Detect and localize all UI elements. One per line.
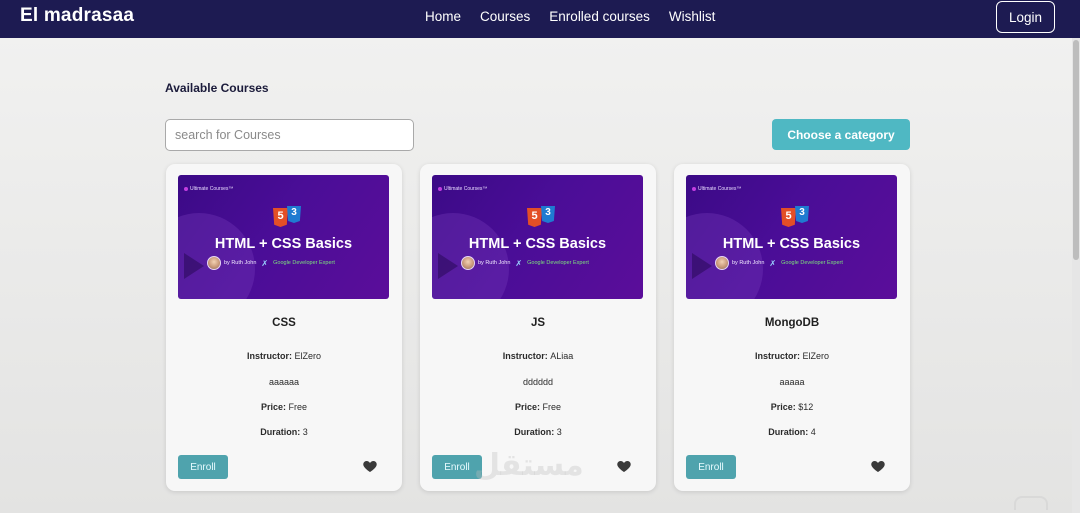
author-avatar [207, 256, 221, 270]
css3-number: 3 [291, 207, 297, 218]
course-price: Price: $12 [674, 402, 910, 412]
nav-link-home[interactable]: Home [425, 9, 461, 24]
play-icon [692, 253, 712, 279]
course-name: MongoDB [764, 317, 820, 329]
nav-links: Home Courses Enrolled courses Wishlist [425, 9, 715, 24]
course-thumbnail[interactable]: Ultimate Courses™ 5 3 HTML + CSS Basics … [432, 175, 643, 299]
course-description: dddddd [522, 377, 554, 387]
top-navbar: El madrasaa Home Courses Enrolled course… [0, 0, 1080, 38]
css3-number: 3 [545, 207, 551, 218]
duration-value: 3 [556, 427, 562, 437]
thumbnail-author: by Ruth John [732, 260, 765, 266]
gde-icon: ✗ [261, 258, 269, 268]
instructor-value: ElZero [294, 351, 322, 361]
course-card: Ultimate Courses™ 5 3 HTML + CSS Basics … [166, 164, 402, 491]
course-card: Ultimate Courses™ 5 3 HTML + CSS Basics … [420, 164, 656, 491]
instructor-label: Instructor: [754, 351, 803, 361]
author-avatar [715, 256, 729, 270]
play-icon [184, 253, 204, 279]
thumbnail-brand: Ultimate Courses™ [438, 186, 487, 192]
nav-link-enrolled-courses[interactable]: Enrolled courses [549, 9, 650, 24]
enroll-button[interactable]: Enroll [178, 455, 228, 479]
instructor-label: Instructor: [246, 351, 295, 361]
thumbnail-author-row: by Ruth John ✗ Google Developer Expert [207, 255, 335, 271]
price-value: Free [542, 402, 562, 412]
course-price: Price: Free [166, 402, 402, 412]
brand-logo[interactable]: El madrasaa [20, 5, 134, 27]
choose-category-button[interactable]: Choose a category [772, 119, 910, 150]
watermark-logo: مستقل [474, 448, 584, 483]
price-value: $12 [798, 402, 814, 412]
thumbnail-title: HTML + CSS Basics [214, 236, 353, 252]
search-input[interactable] [165, 119, 414, 151]
duration-label: Duration: [260, 427, 303, 437]
price-label: Price: [770, 402, 799, 412]
course-name: JS [530, 317, 546, 329]
heart-icon[interactable] [870, 458, 886, 474]
instructor-label: Instructor: [502, 351, 551, 361]
thumbnail-title: HTML + CSS Basics [722, 236, 861, 252]
thumbnail-author-row: by Ruth John ✗ Google Developer Expert [461, 255, 589, 271]
login-button[interactable]: Login [996, 1, 1055, 33]
duration-value: 4 [810, 427, 816, 437]
duration-label: Duration: [768, 427, 811, 437]
play-icon [438, 253, 458, 279]
html5-number: 5 [785, 210, 792, 222]
thumbnail-badge: Google Developer Expert [527, 260, 589, 266]
thumbnail-brand: Ultimate Courses™ [184, 186, 233, 192]
page-title: Available Courses [165, 81, 269, 95]
heart-icon[interactable] [616, 458, 632, 474]
course-description: aaaaaa [268, 377, 300, 387]
course-duration: Duration: 4 [674, 427, 910, 437]
thumbnail-author-row: by Ruth John ✗ Google Developer Expert [715, 255, 843, 271]
price-label: Price: [260, 402, 289, 412]
gde-icon: ✗ [515, 258, 523, 268]
course-instructor: Instructor: ElZero [166, 351, 402, 361]
course-instructor: Instructor: ALiaa [420, 351, 656, 361]
course-duration: Duration: 3 [420, 427, 656, 437]
page-scrollbar[interactable] [1072, 38, 1080, 513]
scrollbar-thumb[interactable] [1073, 40, 1079, 260]
instructor-value: ElZero [802, 351, 830, 361]
course-name: CSS [272, 317, 296, 329]
course-card: Ultimate Courses™ 5 3 HTML + CSS Basics … [674, 164, 910, 491]
course-price: Price: Free [420, 402, 656, 412]
corner-logo-mark [1014, 496, 1048, 510]
thumbnail-badge: Google Developer Expert [781, 260, 843, 266]
instructor-value: ALiaa [550, 351, 574, 361]
thumbnail-author: by Ruth John [478, 260, 511, 266]
course-instructor: Instructor: ElZero [674, 351, 910, 361]
course-duration: Duration: 3 [166, 427, 402, 437]
thumbnail-title: HTML + CSS Basics [468, 236, 607, 252]
course-description: aaaaa [779, 377, 805, 387]
duration-value: 3 [302, 427, 308, 437]
nav-link-wishlist[interactable]: Wishlist [669, 9, 716, 24]
author-avatar [461, 256, 475, 270]
thumbnail-badge: Google Developer Expert [273, 260, 335, 266]
css3-number: 3 [799, 207, 805, 218]
nav-link-courses[interactable]: Courses [480, 9, 530, 24]
thumbnail-brand: Ultimate Courses™ [692, 186, 741, 192]
html5-number: 5 [277, 210, 284, 222]
price-value: Free [288, 402, 308, 412]
heart-icon[interactable] [362, 458, 378, 474]
thumbnail-author: by Ruth John [224, 260, 257, 266]
gde-icon: ✗ [769, 258, 777, 268]
course-thumbnail[interactable]: Ultimate Courses™ 5 3 HTML + CSS Basics … [178, 175, 389, 299]
course-thumbnail[interactable]: Ultimate Courses™ 5 3 HTML + CSS Basics … [686, 175, 897, 299]
html5-number: 5 [531, 210, 538, 222]
price-label: Price: [514, 402, 543, 412]
enroll-button[interactable]: Enroll [686, 455, 736, 479]
duration-label: Duration: [514, 427, 557, 437]
